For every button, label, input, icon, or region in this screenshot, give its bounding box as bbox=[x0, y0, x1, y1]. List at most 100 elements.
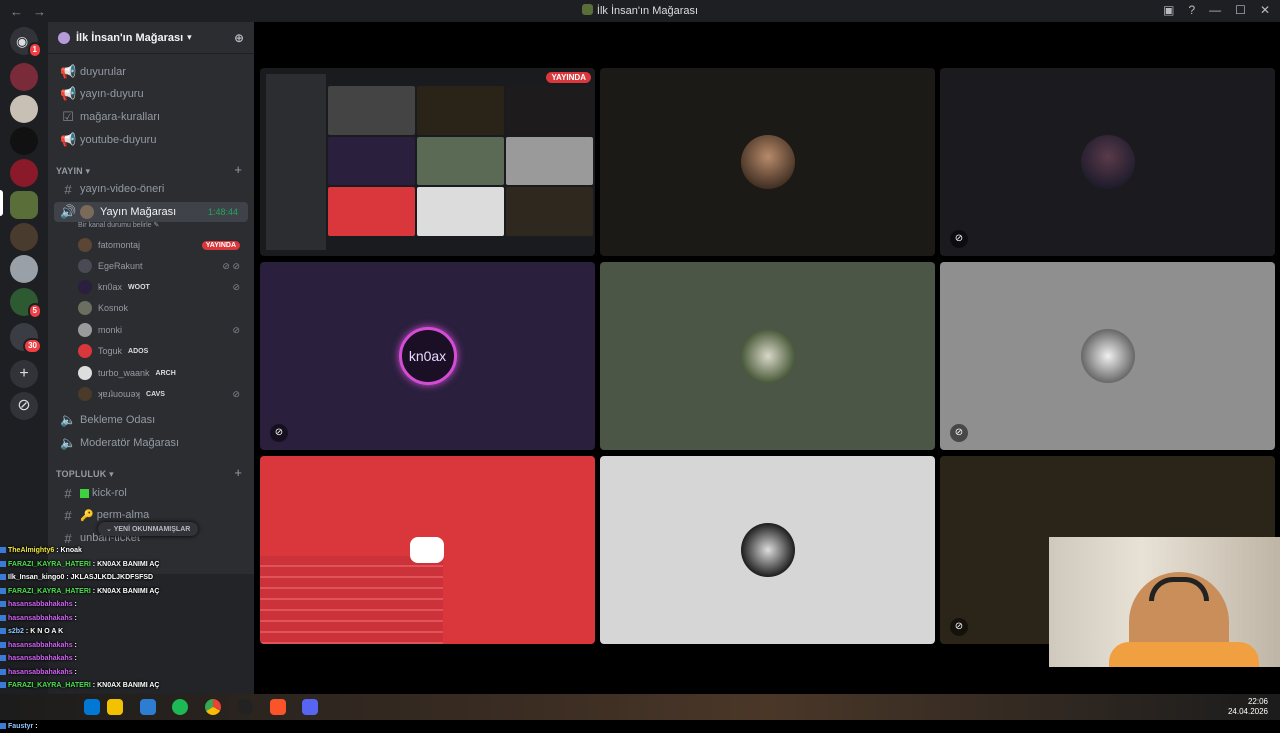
file-explorer-icon[interactable] bbox=[107, 699, 123, 715]
category-topluluk[interactable]: TOPLULUK ▾ bbox=[56, 469, 114, 480]
channel-magara-kurallari[interactable]: ☑ mağara-kuralları bbox=[54, 107, 248, 127]
voice-user[interactable]: TogukADOS bbox=[78, 341, 248, 361]
server-icon[interactable]: 5 bbox=[10, 288, 38, 316]
server-icon-selected[interactable] bbox=[10, 191, 38, 219]
discord-taskbar-icon[interactable] bbox=[302, 699, 318, 715]
channel-label: duyurular bbox=[80, 66, 126, 78]
voice-user[interactable]: ʞɐɹʇuoɯǝʞCAVS⊘ bbox=[78, 384, 248, 404]
mention-badge: 1 bbox=[28, 42, 42, 58]
category-yayin[interactable]: YAYIN ▾ bbox=[56, 166, 90, 177]
chat-badge-icon bbox=[0, 682, 6, 688]
video-tile[interactable]: ⊘ bbox=[940, 68, 1275, 256]
channel-label: mağara-kuralları bbox=[80, 111, 160, 123]
stream-tile-fatomontaj[interactable]: YAYINDA bbox=[260, 68, 595, 256]
server-icon[interactable] bbox=[10, 159, 38, 187]
video-tile[interactable] bbox=[600, 456, 935, 644]
chat-line: FARAZI_KAYRA_HATERI : KN0AX BANIMI AÇ bbox=[0, 585, 260, 599]
voice-user-name: kn0ax bbox=[98, 282, 122, 292]
voice-user[interactable]: kn0axWOOT⊘ bbox=[78, 277, 248, 297]
add-channel-icon[interactable]: + bbox=[234, 465, 242, 480]
voice-user-name: Kosnok bbox=[98, 303, 128, 313]
clock-date: 24.04.2026 bbox=[1228, 707, 1268, 717]
stream-preview-grid bbox=[328, 86, 593, 236]
video-tile[interactable] bbox=[600, 68, 935, 256]
chrome-icon[interactable] bbox=[205, 699, 221, 715]
store-icon[interactable] bbox=[140, 699, 156, 715]
close-button[interactable]: ✕ bbox=[1260, 3, 1270, 17]
video-tile-knoax[interactable]: kn0ax ⊘ bbox=[260, 262, 595, 450]
muted-mic-icon: ⊘ bbox=[950, 230, 968, 248]
channel-label: yayın-duyuru bbox=[80, 88, 144, 100]
chat-username: hasansabbahakahs bbox=[8, 615, 73, 622]
window-title: İlk İnsan'ın Mağarası bbox=[0, 4, 1280, 17]
server-icon[interactable] bbox=[10, 223, 38, 251]
guild-header[interactable]: İlk İnsan'ın Mağarası ▾ ⊕ bbox=[48, 22, 254, 54]
mention-badge: 5 bbox=[28, 303, 42, 319]
chat-username: FARAZI_KAYRA_HATERI bbox=[8, 561, 91, 568]
chat-separator: : bbox=[73, 642, 77, 649]
voice-user-name: EgeRakunt bbox=[98, 261, 143, 271]
chat-overlay-strip bbox=[260, 556, 443, 644]
add-server-icon[interactable]: + bbox=[10, 360, 38, 388]
server-icon[interactable] bbox=[10, 95, 38, 123]
chat-separator: : bbox=[73, 655, 77, 662]
channel-label: perm-alma bbox=[97, 509, 150, 521]
obs-icon[interactable] bbox=[237, 699, 253, 715]
system-clock[interactable]: 22:06 24.04.2026 bbox=[1228, 697, 1268, 717]
server-icon[interactable] bbox=[10, 255, 38, 283]
edge-icon[interactable] bbox=[84, 699, 100, 715]
discover-icon[interactable]: ⊘ bbox=[10, 392, 38, 420]
voice-channel-bekleme[interactable]: 🔈Bekleme Odası bbox=[54, 410, 248, 430]
help-icon[interactable]: ? bbox=[1188, 3, 1195, 17]
key-icon: 🔑 bbox=[80, 509, 94, 522]
channel-youtube-duyuru[interactable]: 📢youtube-duyuru bbox=[54, 130, 248, 150]
server-folder-icon[interactable]: 30 bbox=[10, 323, 38, 351]
stream-preview-sidebar bbox=[266, 74, 326, 250]
avatar bbox=[1081, 329, 1135, 383]
avatar: kn0ax bbox=[399, 327, 457, 385]
chat-badge-icon bbox=[0, 628, 6, 634]
voice-status-hint[interactable]: Bir kanal durumu belirle ✎ bbox=[54, 218, 248, 232]
voice-user[interactable]: Kosnok bbox=[78, 298, 248, 318]
streamer-shirt bbox=[1109, 642, 1259, 667]
video-tile[interactable] bbox=[600, 262, 935, 450]
spotify-icon[interactable] bbox=[172, 699, 188, 715]
chat-badge-icon bbox=[0, 561, 6, 567]
muted-mic-icon: ⊘ bbox=[270, 424, 288, 442]
video-tile[interactable]: ⊘ bbox=[940, 262, 1275, 450]
channel-yayin-duyuru[interactable]: 📢yayın-duyuru bbox=[54, 84, 248, 104]
category-label: TOPLULUK bbox=[56, 469, 106, 479]
chat-badge-icon bbox=[0, 574, 6, 580]
voice-user[interactable]: fatomontajYAYINDA bbox=[78, 235, 248, 255]
video-tile[interactable] bbox=[260, 456, 595, 644]
voice-user[interactable]: turbo_waankARCH bbox=[78, 363, 248, 383]
invite-icon[interactable]: ⊕ bbox=[234, 31, 244, 45]
inbox-icon[interactable]: ▣ bbox=[1163, 3, 1174, 17]
brave-icon[interactable] bbox=[270, 699, 286, 715]
channel-kick-rol[interactable]: #kick-rol bbox=[54, 483, 248, 503]
voice-channel-moderator[interactable]: 🔈Moderatör Mağarası bbox=[54, 433, 248, 453]
channel-yayin-video-oneri[interactable]: #yayın-video-öneri bbox=[54, 179, 248, 199]
rules-icon: ☑ bbox=[60, 109, 76, 125]
chat-badge-icon bbox=[0, 547, 6, 553]
chat-username: TheAlmighty6 bbox=[8, 547, 54, 554]
discord-home-icon[interactable]: ◉ 1 bbox=[10, 27, 38, 55]
add-channel-icon[interactable]: + bbox=[234, 162, 242, 177]
minimize-button[interactable]: — bbox=[1209, 3, 1221, 17]
guild-icon bbox=[58, 32, 70, 44]
chat-line: TheAlmighty6 : Knoak bbox=[0, 544, 260, 558]
back-arrow-icon[interactable]: ← bbox=[10, 4, 23, 19]
maximize-button[interactable]: ☐ bbox=[1235, 3, 1246, 17]
voice-user[interactable]: monki⊘ bbox=[78, 320, 248, 340]
server-icon[interactable] bbox=[10, 63, 38, 91]
unread-pill-label: YENİ OKUNMAMIŞLAR bbox=[114, 526, 191, 533]
new-unreads-pill[interactable]: ⌄ YENİ OKUNMAMIŞLAR bbox=[98, 522, 198, 536]
guild-name: İlk İnsan'ın Mağarası bbox=[76, 32, 183, 44]
voice-user-name: turbo_waank bbox=[98, 368, 150, 378]
channel-duyurular[interactable]: 📢duyurular bbox=[54, 62, 248, 82]
avatar bbox=[78, 280, 92, 294]
voice-user[interactable]: EgeRakunt⊘ ⊘ bbox=[78, 256, 248, 276]
server-icon[interactable] bbox=[10, 127, 38, 155]
avatar bbox=[78, 301, 92, 315]
forward-arrow-icon[interactable]: → bbox=[33, 4, 46, 19]
